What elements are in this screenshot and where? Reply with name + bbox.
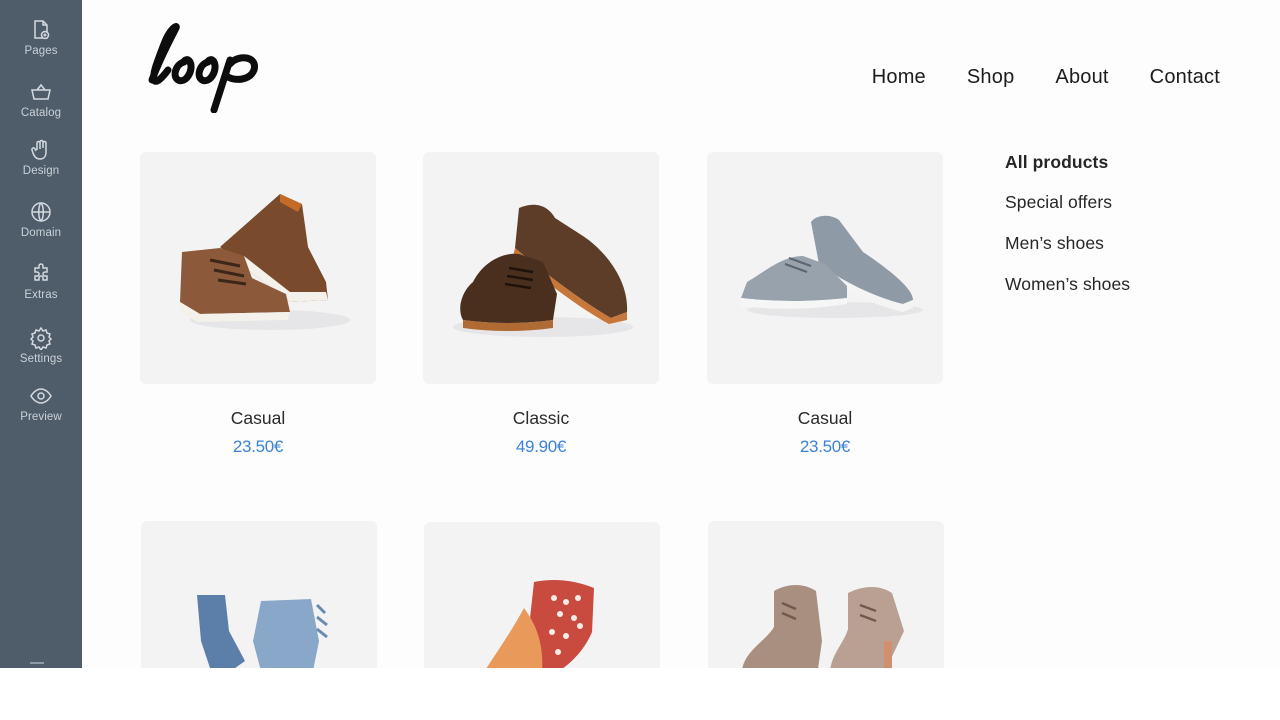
sidebar-item-label: Extras <box>24 289 58 301</box>
sidebar-item-catalog[interactable]: Catalog <box>0 80 82 119</box>
nav-about[interactable]: About <box>1055 66 1108 89</box>
nav-home[interactable]: Home <box>872 66 926 89</box>
sidebar-item-domain[interactable]: Domain <box>0 200 82 239</box>
puzzle-icon <box>34 263 48 281</box>
category-womens-shoes[interactable]: Women’s shoes <box>1005 274 1130 295</box>
product-image[interactable] <box>707 152 943 384</box>
brown-oxford-shoes-image <box>453 204 633 337</box>
product-card[interactable]: Casual 23.50€ <box>140 152 376 457</box>
product-image[interactable] <box>423 152 659 384</box>
product-price: 23.50€ <box>799 437 851 456</box>
brown-chukka-boots-image <box>180 194 350 330</box>
sidebar-item-label: Preview <box>20 411 62 423</box>
site-logo[interactable] <box>138 18 270 113</box>
main-navigation: Home Shop About Contact <box>831 66 1220 89</box>
sidebar-item-label: Design <box>22 165 60 177</box>
sidebar-item-design[interactable]: Design <box>0 138 82 177</box>
product-price: 49.90€ <box>515 437 567 456</box>
nav-contact[interactable]: Contact <box>1150 66 1220 89</box>
product-name: Classic <box>512 408 570 428</box>
sidebar-item-label: Catalog <box>20 107 62 119</box>
sidebar-item-preview[interactable]: Preview <box>0 384 82 423</box>
site-preview: Home Shop About Contact Casual 23.50€ Cl… <box>82 0 1280 720</box>
eye-icon <box>30 388 52 404</box>
category-mens-shoes[interactable]: Men’s shoes <box>1005 233 1130 254</box>
product-card[interactable]: Casual 23.50€ <box>707 152 943 457</box>
editor-sidebar: Pages Catalog Design Domain Extras Setti… <box>0 0 82 668</box>
product-image[interactable] <box>140 152 376 384</box>
globe-icon <box>31 202 51 222</box>
gear-icon <box>29 326 53 350</box>
product-price: 23.50€ <box>232 437 284 456</box>
sidebar-item-pages[interactable]: Pages <box>0 18 82 57</box>
nav-shop[interactable]: Shop <box>967 66 1015 89</box>
product-name: Casual <box>230 408 286 428</box>
sidebar-item-label: Domain <box>20 227 62 239</box>
pages-icon <box>34 20 50 40</box>
hand-icon <box>31 139 47 160</box>
sidebar-item-label: Pages <box>24 45 58 57</box>
category-all-products[interactable]: All products <box>1005 152 1130 173</box>
product-card[interactable]: Classic 49.90€ <box>423 152 659 457</box>
sidebar-item-label: Settings <box>19 353 63 365</box>
sidebar-item-extras[interactable]: Extras <box>0 262 82 301</box>
basket-icon <box>31 83 51 100</box>
category-special-offers[interactable]: Special offers <box>1005 192 1130 213</box>
product-name: Casual <box>797 408 853 428</box>
bottom-strip <box>0 668 1280 720</box>
sidebar-item-settings[interactable]: Settings <box>0 326 82 365</box>
category-list: All products Special offers Men’s shoes … <box>1005 152 1130 315</box>
grey-sneakers-image <box>741 215 923 318</box>
